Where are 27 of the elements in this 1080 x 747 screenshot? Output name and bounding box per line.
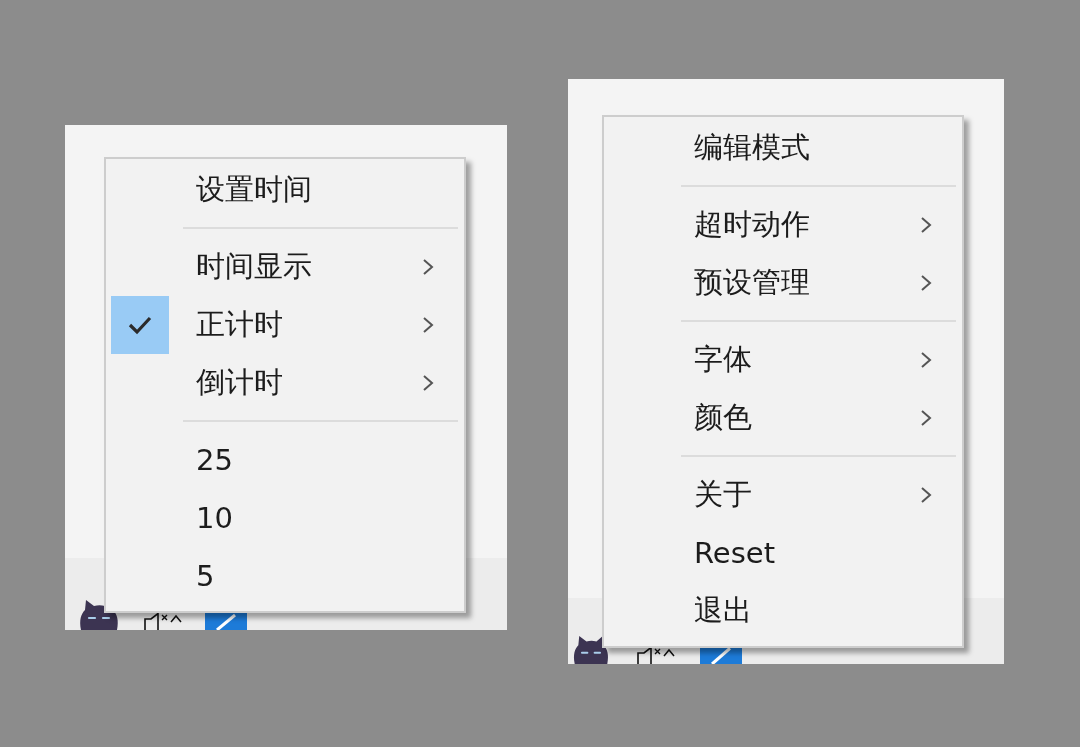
chevron-right-icon	[422, 258, 434, 276]
chevron-right-icon	[920, 274, 932, 292]
menu-item[interactable]: 时间显示	[106, 238, 464, 296]
menu-item[interactable]: 设置时间	[106, 161, 464, 219]
menu-item[interactable]: 正计时	[106, 296, 464, 354]
menu-item[interactable]: 颜色	[604, 389, 962, 447]
checkmark-icon	[111, 296, 169, 354]
chevron-right-icon	[920, 216, 932, 234]
chevron-right-icon	[422, 316, 434, 334]
menu-item[interactable]: 编辑模式	[604, 119, 962, 177]
caret-icon[interactable]	[170, 614, 182, 623]
chevron-right-icon	[920, 409, 932, 427]
menu-item[interactable]: 超时动作	[604, 196, 962, 254]
menu-item[interactable]: Reset	[604, 524, 962, 582]
menu-item[interactable]: 5	[106, 547, 464, 605]
menu-item[interactable]: 25	[106, 431, 464, 489]
chevron-right-icon	[422, 374, 434, 392]
menu-item[interactable]: 关于	[604, 466, 962, 524]
cat-icon[interactable]	[572, 635, 610, 664]
chevron-right-icon	[920, 486, 932, 504]
menu-item[interactable]: 字体	[604, 331, 962, 389]
chevron-right-icon	[920, 351, 932, 369]
menu-item[interactable]: 预设管理	[604, 254, 962, 312]
menu-item[interactable]: 倒计时	[106, 354, 464, 412]
menu-item[interactable]: 10	[106, 489, 464, 547]
caret-icon[interactable]	[663, 648, 675, 657]
menu-item[interactable]: 退出	[604, 582, 962, 640]
